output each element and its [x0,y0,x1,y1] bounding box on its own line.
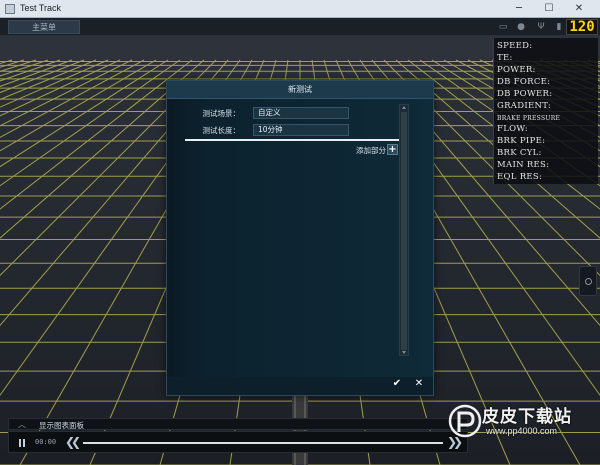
cancel-button[interactable]: ✕ [413,378,425,390]
app-icon [5,4,15,14]
toggle-dot-icon [585,278,592,285]
app-topbar: 主菜单 ▭ ● Ψ ▮ [0,18,600,36]
watermark-url: www.pp4000.com [486,426,558,436]
readout-gradient: GRADIENT: [497,101,552,111]
readout-brk-pipe: BRK PIPE: [497,136,546,146]
camera-icon[interactable]: ▭ [497,21,509,33]
section-divider [185,139,403,141]
scenario-label: 测试场景： [202,109,241,118]
readout-te: TE: [497,53,513,63]
readout-brake-pressure-heading: BRAKE PRESSURE [497,115,561,122]
confirm-button[interactable]: ✔ [391,378,403,390]
panel-icon[interactable]: ▮ [553,21,565,33]
tools-icon[interactable]: Ψ [535,21,547,33]
window-title: Test Track [20,3,62,13]
playback-time: 00:00 [35,438,57,446]
readout-brk-cyl: BRK CYL: [497,148,542,158]
scroll-down-icon[interactable] [402,351,406,354]
watermark: 皮皮下载站 www.pp4000.com [446,402,596,458]
readout-power: POWER: [497,65,536,75]
close-window-button[interactable]: ✕ [566,2,592,16]
readout-flow: FLOW: [497,124,528,134]
readout-speed: SPEED: [497,41,533,51]
view-icon[interactable]: ● [515,21,527,33]
readout-eql-res: EQL RES: [497,172,543,182]
watermark-title: 皮皮下载站 [482,407,572,427]
pause-icon[interactable] [18,439,26,447]
minimize-button[interactable]: ─ [506,2,532,16]
dialog-scrollbar[interactable] [399,104,409,356]
readout-db-power: DB POWER: [497,89,553,99]
dialog-title: 新测试 [167,81,433,99]
scenario-field[interactable]: 自定义 [253,107,349,119]
chart-panel-bar[interactable]: ︿ 显示图表面板 [8,418,468,430]
add-section-button[interactable]: + [387,144,398,155]
playback-timeline: 00:00 ❮❮ ❯❯ [8,431,468,453]
timeline-slider[interactable] [83,442,443,444]
scrollbar-thumb[interactable] [401,112,407,350]
chevron-up-icon[interactable]: ︿ [18,419,26,430]
watermark-logo [448,404,482,438]
show-chart-panel-label[interactable]: 显示图表面板 [39,420,84,431]
speed-display: 120 [566,19,598,35]
side-panel-toggle[interactable] [579,266,597,296]
window-titlebar: Test Track ─ ☐ ✕ [0,0,600,18]
length-field[interactable]: 10分钟 [253,124,349,136]
scroll-up-icon[interactable] [402,106,406,109]
add-section-label[interactable]: 添加部分 [356,145,386,157]
main-menu-button[interactable]: 主菜单 [8,20,80,34]
readout-main-res: MAIN RES: [497,160,550,170]
rewind-icon[interactable]: ❮❮ [65,435,81,449]
maximize-button[interactable]: ☐ [536,2,562,16]
readout-panel: SPEED: TE: POWER: DB FORCE: DB POWER: GR… [493,38,598,184]
readout-db-force: DB FORCE: [497,77,551,87]
length-label: 测试长度： [202,126,241,135]
